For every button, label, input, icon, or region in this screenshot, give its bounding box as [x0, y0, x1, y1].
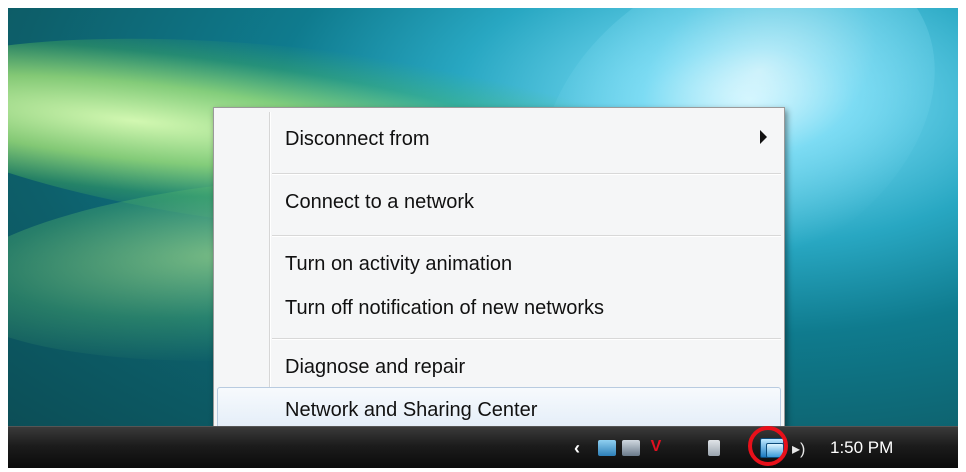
- menu-separator: [272, 338, 781, 340]
- menu-item-label: Connect to a network: [285, 191, 474, 213]
- menu-item-disconnect-from[interactable]: Disconnect from: [217, 116, 781, 160]
- menu-item-label: Network and Sharing Center: [285, 399, 538, 421]
- volume-icon[interactable]: ▸): [792, 439, 805, 459]
- network-context-menu: Disconnect from Connect to a network Tur…: [213, 107, 785, 437]
- taskbar: ‹ V ▸) 1:50 PM: [8, 426, 958, 468]
- tray-app-icon[interactable]: [622, 440, 640, 456]
- menu-item-turn-off-notification[interactable]: Turn off notification of new networks: [217, 285, 781, 329]
- tray-app-icon[interactable]: [708, 440, 720, 456]
- clock[interactable]: 1:50 PM: [830, 438, 893, 458]
- menu-item-network-and-sharing-center[interactable]: Network and Sharing Center: [217, 387, 781, 431]
- menu-item-diagnose-and-repair[interactable]: Diagnose and repair: [217, 344, 781, 388]
- menu-item-label: Turn off notification of new networks: [285, 297, 605, 319]
- menu-item-label: Turn on activity animation: [285, 253, 513, 275]
- menu-item-label: Disconnect from: [285, 128, 430, 150]
- antivirus-icon[interactable]: V: [648, 438, 664, 456]
- menu-item-turn-on-activity-animation[interactable]: Turn on activity animation: [217, 241, 781, 285]
- menu-separator: [272, 235, 781, 237]
- menu-separator: [272, 173, 781, 175]
- submenu-arrow-icon: [760, 130, 767, 144]
- desktop: Disconnect from Connect to a network Tur…: [8, 8, 958, 468]
- menu-item-connect-to-network[interactable]: Connect to a network: [217, 179, 781, 223]
- tray-app-icon[interactable]: [598, 440, 616, 456]
- menu-item-label: Diagnose and repair: [285, 356, 466, 378]
- show-hidden-icons-arrow[interactable]: ‹: [574, 439, 588, 457]
- highlight-circle: [748, 426, 788, 466]
